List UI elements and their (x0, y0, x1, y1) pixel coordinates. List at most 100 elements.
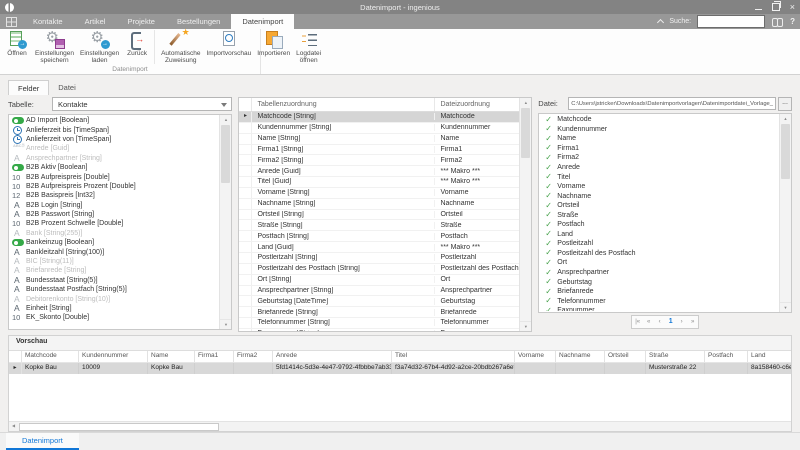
browse-button[interactable]: ... (778, 97, 792, 111)
file-columns-scrollbar[interactable]: ▲ ▼ (779, 114, 791, 312)
file-column-item[interactable]: ✓ Firma2 (542, 153, 779, 163)
preview-hscrollbar[interactable]: ◀ (9, 421, 791, 431)
field-list-item[interactable]: Bundesstaat Postfach [String(5)] (12, 285, 219, 294)
mapping-row[interactable]: Postleitzahl des Postfach [String] Postl… (239, 264, 520, 275)
ribbon-tab[interactable]: Kontakte (22, 14, 74, 29)
field-list-item[interactable]: Bank [String(255)] (12, 229, 219, 238)
mapping-row[interactable]: Straße [String] Straße (239, 220, 520, 231)
ribbon-button[interactable]: Einstellungen laden (77, 30, 122, 64)
field-list-item[interactable]: Einheit [String] (12, 304, 219, 313)
ribbon-button[interactable]: Öffnen (2, 30, 32, 57)
preview-column-header[interactable]: Anrede (273, 351, 392, 362)
preview-column-header[interactable]: Kundennummer (79, 351, 148, 362)
mapping-row[interactable]: Ortsteil [String] Ortsteil (239, 210, 520, 221)
ribbon-button[interactable]: Importvorschau (203, 30, 254, 57)
field-list-item[interactable]: Anlieferzeit bis [TimeSpan] (12, 125, 219, 134)
field-list-item[interactable]: B2B Basispreis [Int32] (12, 191, 219, 200)
file-column-item[interactable]: ✓ Titel (542, 172, 779, 182)
ribbon-tab[interactable]: Datenimport (231, 14, 294, 29)
field-list-item[interactable]: B2B Prozent Schwelle [Double] (12, 219, 219, 228)
page-tab[interactable]: Felder (8, 80, 49, 95)
mapping-row[interactable]: Faxnummer [String] Faxnummer (239, 329, 520, 331)
field-list-item[interactable]: B2B Login [String] (12, 201, 219, 210)
file-column-item[interactable]: ✓ Kundennummer (542, 125, 779, 135)
file-column-item[interactable]: ✓ Anrede (542, 163, 779, 173)
field-list-item[interactable]: Bankleitzahl [String(100)] (12, 247, 219, 256)
mapping-row[interactable]: Briefanrede [String] Briefanrede (239, 307, 520, 318)
scroll-down-icon[interactable]: ▼ (780, 302, 791, 312)
preview-column-header[interactable]: Vorname (515, 351, 556, 362)
mapping-row[interactable]: Matchcode [String] Matchcode (239, 112, 520, 123)
mapping-row[interactable]: Anrede [Guid] *** Makro *** (239, 166, 520, 177)
column-header-dateizuordnung[interactable]: Dateizuordnung (435, 101, 531, 108)
table-select[interactable]: Kontakte (52, 97, 232, 111)
file-column-item[interactable]: ✓ Land (542, 230, 779, 240)
mapping-row[interactable]: Firma1 [String] Firma1 (239, 145, 520, 156)
scroll-thumb[interactable] (781, 124, 790, 179)
scroll-up-icon[interactable]: ▲ (520, 98, 531, 107)
file-column-item[interactable]: ✓ Nachname (542, 191, 779, 201)
file-column-item[interactable]: ✓ Ortsteil (542, 201, 779, 211)
mapping-row[interactable]: Land [Guid] *** Makro *** (239, 242, 520, 253)
mapping-row[interactable]: Vorname [String] Vorname (239, 188, 520, 199)
field-list-item[interactable]: B2B Aufpreispreis [Double] (12, 172, 219, 181)
ribbon-tab[interactable]: Bestellungen (166, 14, 231, 29)
preview-column-header[interactable]: Titel (392, 351, 515, 362)
file-path-input[interactable]: C:\Users\jstricker\Downloads\Datenimport… (568, 97, 776, 110)
preview-data-row[interactable]: ▸ Kopke Bau10009Kopke Bau5fd1414c-5d3e-4… (9, 363, 791, 374)
document-tab-datenimport[interactable]: Datenimport (6, 433, 79, 450)
mapping-row[interactable]: Titel [Guid] *** Makro *** (239, 177, 520, 188)
app-menu-button[interactable] (0, 14, 22, 29)
field-list-item[interactable]: EK_Skonto [Double] (12, 313, 219, 322)
mapping-row[interactable]: Ort [String] Ort (239, 275, 520, 286)
pager-first-button[interactable]: |« (632, 316, 643, 328)
mapping-row[interactable]: Telefonnummer [String] Telefonnummer (239, 318, 520, 329)
pager-last-button[interactable]: » (687, 316, 698, 328)
preview-column-header[interactable]: Name (148, 351, 195, 362)
field-list-item[interactable]: Briefanrede [String] (12, 266, 219, 275)
file-column-item[interactable]: ✓ Matchcode (542, 115, 779, 125)
field-list-item[interactable]: Bankeinzug [Boolean] (12, 238, 219, 247)
field-list-item[interactable]: Debitorenkonto [String(10)] (12, 294, 219, 303)
file-column-item[interactable]: ✓ Postfach (542, 220, 779, 230)
column-header-tabellenzuordnung[interactable]: Tabellenzuordnung (252, 98, 435, 111)
file-column-item[interactable]: ✓ Postleitzahl des Postfach (542, 249, 779, 259)
file-column-item[interactable]: ✓ Ansprechpartner (542, 268, 779, 278)
preview-column-header[interactable]: Firma2 (234, 351, 273, 362)
file-column-item[interactable]: ✓ Postleitzahl (542, 239, 779, 249)
file-column-item[interactable]: ✓ Briefanrede (542, 287, 779, 297)
scroll-left-icon[interactable]: ◀ (9, 422, 18, 431)
pager-prev-button[interactable]: ‹ (654, 316, 665, 328)
field-list-item[interactable]: AD Import [Boolean] (12, 116, 219, 125)
ribbon-button[interactable]: Zurück (122, 30, 152, 57)
minimize-icon[interactable] (755, 5, 762, 10)
mapping-scrollbar[interactable]: ▲ ▼ (519, 98, 531, 331)
scroll-down-icon[interactable]: ▼ (220, 319, 231, 329)
field-list-item[interactable]: B2B Aufpreispreis Prozent [Double] (12, 182, 219, 191)
file-column-item[interactable]: ✓ Name (542, 134, 779, 144)
file-column-item[interactable]: ✓ Ort (542, 258, 779, 268)
preview-column-header[interactable]: Straße (646, 351, 705, 362)
scroll-thumb[interactable] (19, 423, 219, 431)
mapping-row[interactable]: Kundennummer [String] Kundennummer (239, 123, 520, 134)
scroll-thumb[interactable] (521, 108, 530, 158)
help-icon[interactable]: ? (790, 17, 795, 26)
ribbon-tab[interactable]: Projekte (116, 14, 166, 29)
preview-column-header[interactable]: Matchcode (22, 351, 79, 362)
field-list-item[interactable]: Anrede [Guid] (12, 144, 219, 153)
ribbon-tab[interactable]: Artikel (74, 14, 117, 29)
collapse-ribbon-icon[interactable] (657, 19, 664, 26)
pager-next-button[interactable]: › (676, 316, 687, 328)
scroll-up-icon[interactable]: ▲ (780, 114, 791, 123)
pager-fast-prev-button[interactable]: « (643, 316, 654, 328)
mapping-row[interactable]: Nachname [String] Nachname (239, 199, 520, 210)
preview-column-header[interactable]: Land (748, 351, 791, 362)
mapping-row[interactable]: Name [String] Name (239, 134, 520, 145)
file-column-item[interactable]: ✓ Straße (542, 210, 779, 220)
field-list-item[interactable]: Bundesstaat [String(5)] (12, 276, 219, 285)
binoculars-icon[interactable] (771, 17, 784, 26)
ribbon-button[interactable]: Automatische Zuweisung (154, 30, 203, 64)
page-tab[interactable]: Datei (49, 80, 85, 95)
file-column-item[interactable]: ✓ Vorname (542, 182, 779, 192)
scroll-thumb[interactable] (221, 125, 230, 183)
